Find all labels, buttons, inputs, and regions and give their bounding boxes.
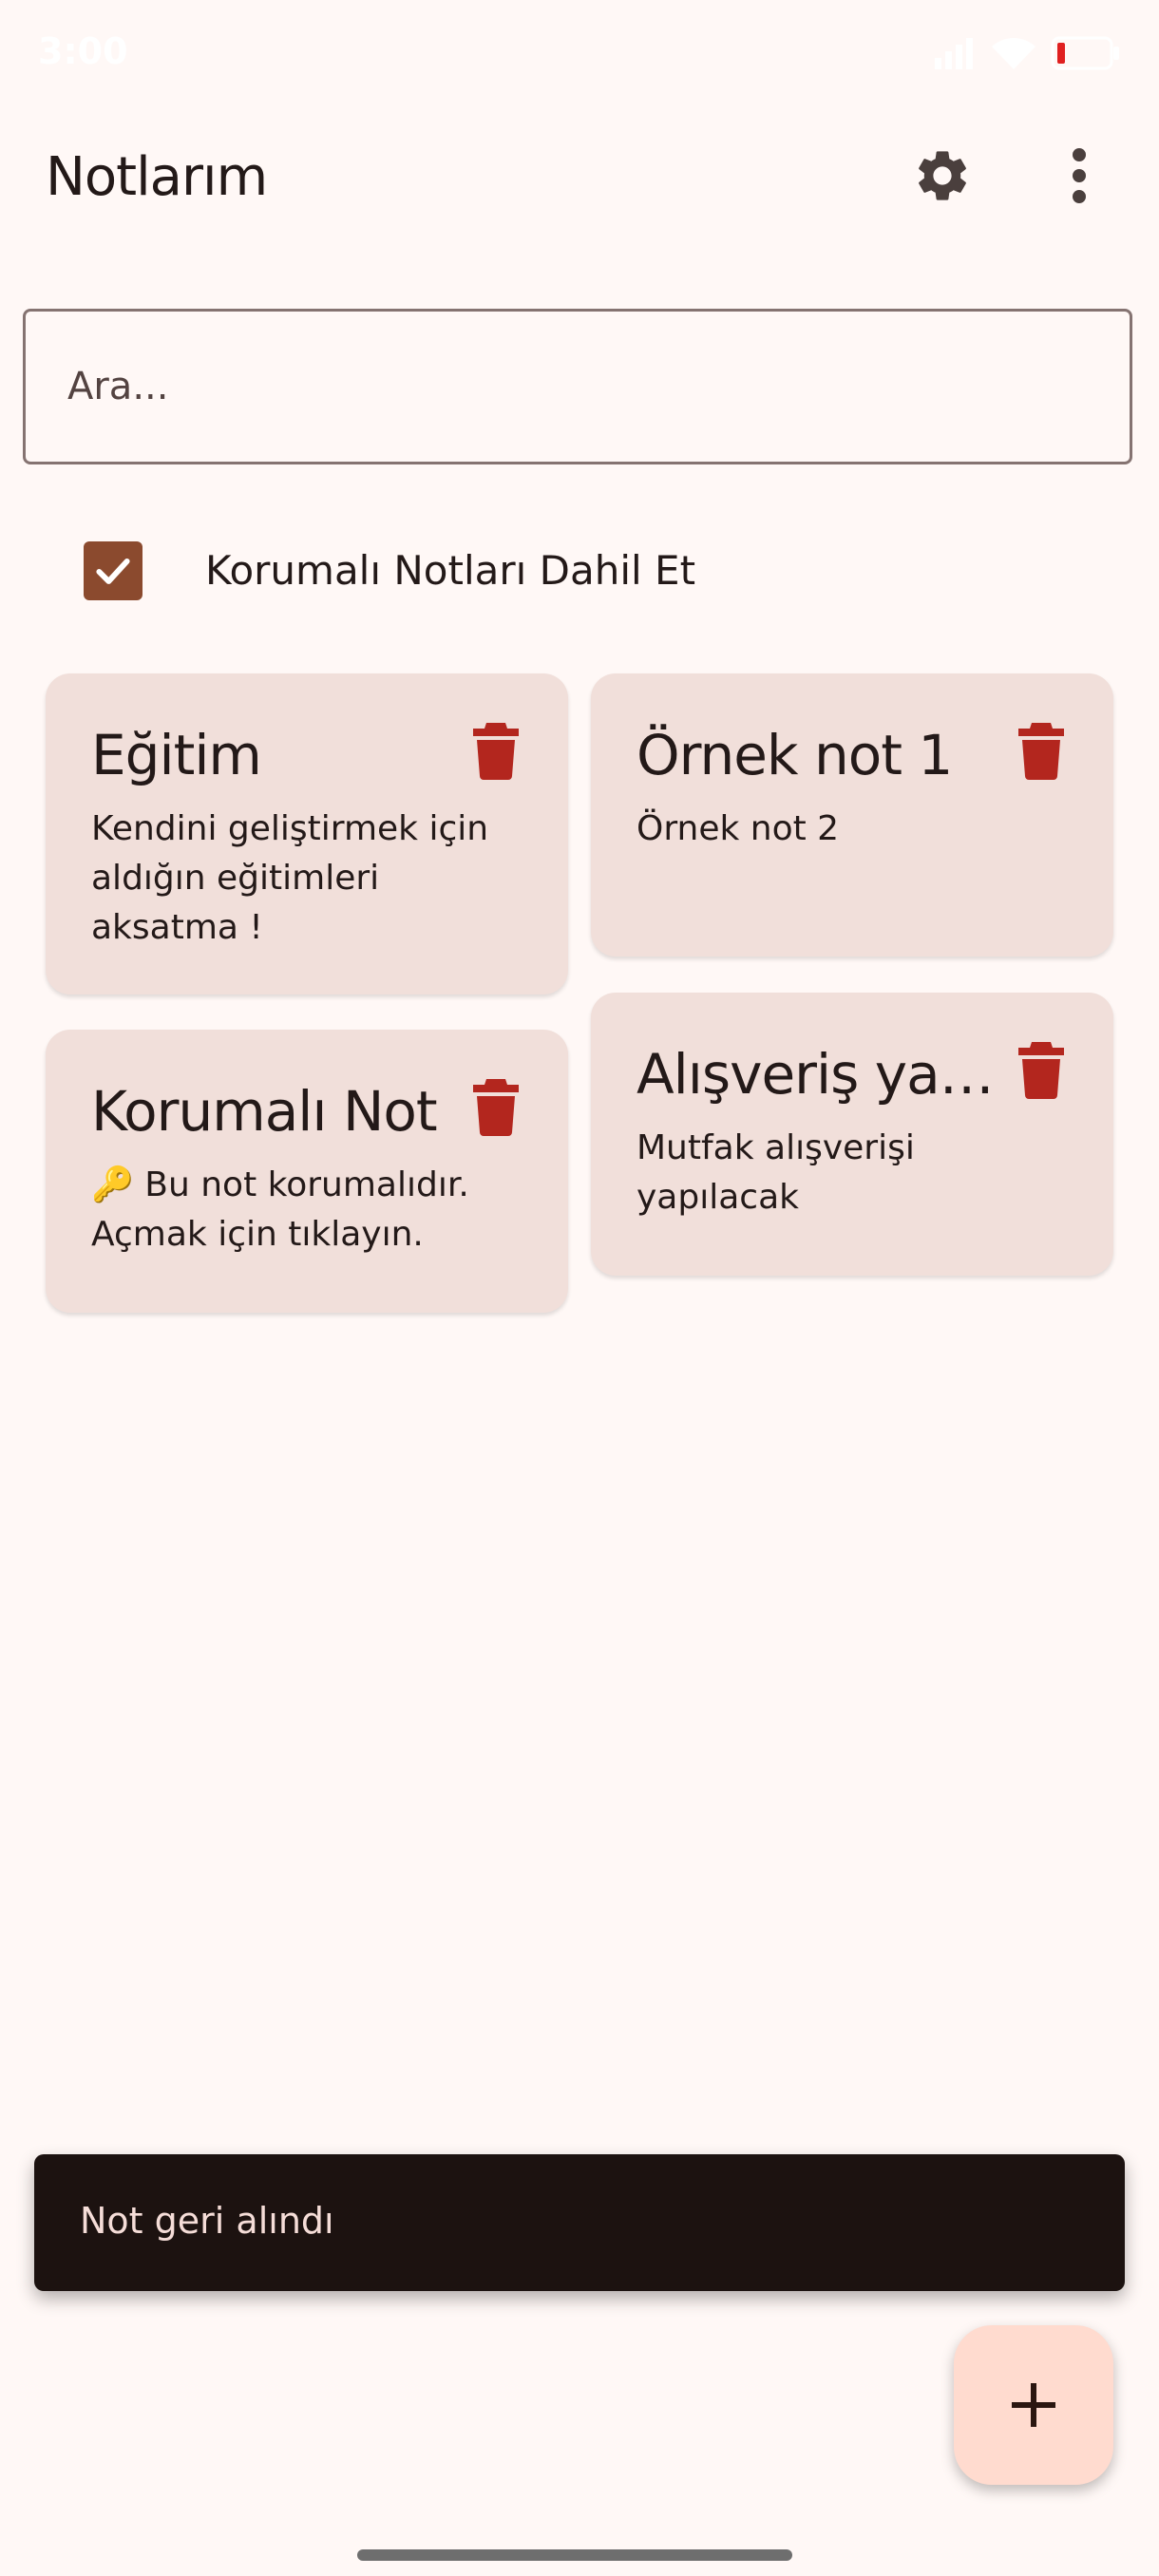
- note-body: Örnek not 2: [636, 809, 840, 848]
- snackbar: Not geri alındı: [34, 2154, 1125, 2291]
- more-vert-icon: [1073, 148, 1086, 203]
- wifi-icon: [992, 38, 1036, 69]
- note-card[interactable]: Örnek not 1 Örnek not 2: [591, 673, 1113, 957]
- note-title: Eğitim: [91, 723, 262, 787]
- status-icons: [933, 34, 1121, 72]
- note-title: Korumalı Not: [91, 1079, 438, 1144]
- snackbar-message: Not geri alındı: [80, 2200, 334, 2242]
- status-bar: 3:00: [0, 0, 1159, 104]
- protected-notes-filter: Korumalı Notları Dahil Et: [84, 540, 695, 602]
- add-icon: [1012, 2383, 1055, 2427]
- note-body: Mutfak alışverişi yapılacak: [636, 1128, 915, 1217]
- note-card[interactable]: Eğitim Kendini geliştirmek için aldığın …: [46, 673, 568, 994]
- app-title: Notlarım: [46, 146, 268, 208]
- more-options-button[interactable]: [1032, 128, 1127, 223]
- status-time: 3:00: [38, 30, 128, 72]
- gesture-nav-handle[interactable]: [357, 2549, 792, 2561]
- search-box: [23, 309, 1132, 464]
- delete-icon[interactable]: [1018, 723, 1064, 780]
- search-input[interactable]: [26, 312, 1130, 462]
- note-title: Örnek not 1: [636, 723, 953, 787]
- include-protected-label: Korumalı Notları Dahil Et: [205, 547, 696, 594]
- signal-icon: [935, 38, 973, 69]
- note-body: Kendini geliştirmek için aldığın eğitiml…: [91, 809, 489, 947]
- delete-icon[interactable]: [473, 723, 519, 780]
- note-card[interactable]: Alışveriş yapılacak Mutfak alışverişi ya…: [591, 993, 1113, 1276]
- include-protected-checkbox[interactable]: [84, 541, 142, 600]
- settings-button[interactable]: [895, 128, 990, 223]
- battery-icon: [1051, 36, 1119, 70]
- delete-icon[interactable]: [1018, 1042, 1064, 1099]
- note-title: Alışveriş yapılacak: [636, 1042, 1007, 1107]
- protected-note-card[interactable]: Korumalı Not 🔑 Bu not korumalıdır. Açmak…: [46, 1030, 568, 1313]
- delete-icon[interactable]: [473, 1079, 519, 1136]
- check-icon: [96, 558, 130, 584]
- note-body: 🔑 Bu not korumalıdır. Açmak için tıklayı…: [91, 1165, 469, 1254]
- add-note-button[interactable]: [954, 2325, 1113, 2485]
- app-bar: Notlarım: [0, 114, 1159, 237]
- settings-icon: [919, 151, 966, 200]
